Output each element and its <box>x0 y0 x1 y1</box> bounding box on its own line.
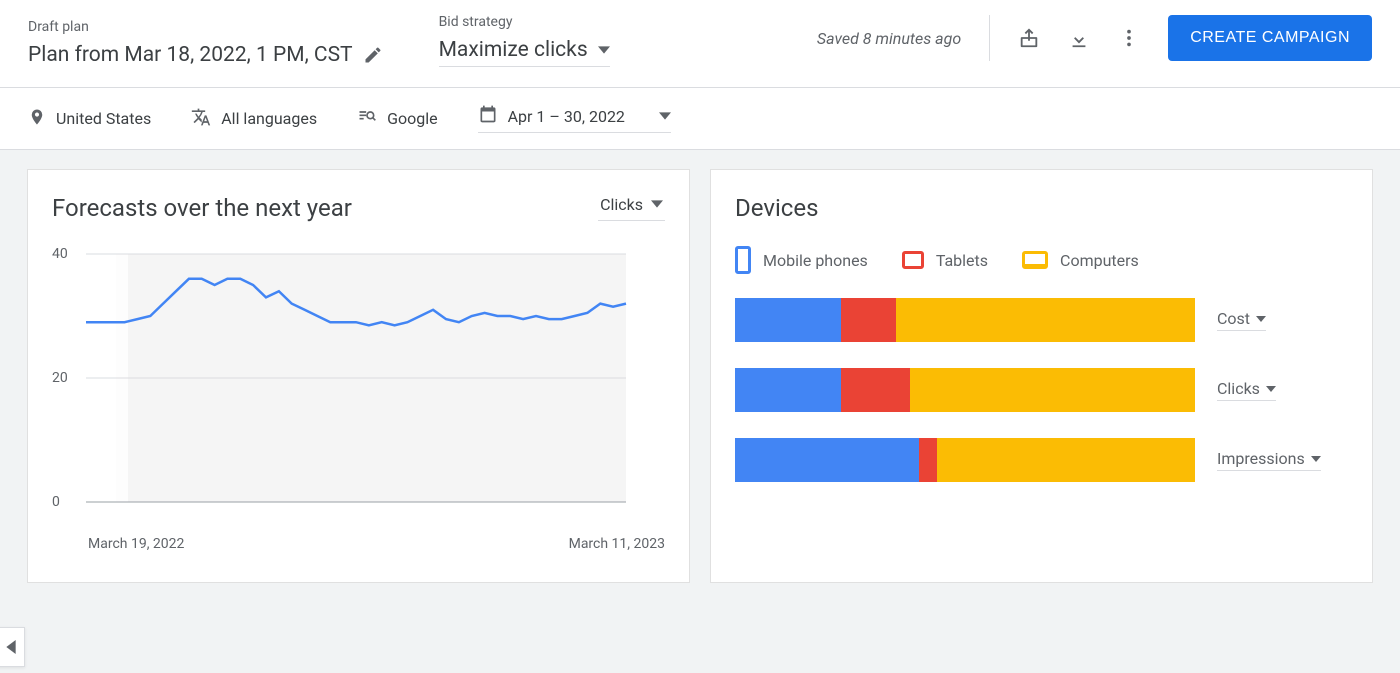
draft-plan-label: Draft plan <box>28 19 383 35</box>
calendar-icon <box>478 104 498 128</box>
forecast-chart: 40 20 0 March 19, 2022 March 11, 2023 <box>52 242 665 552</box>
plan-name: Plan from Mar 18, 2022, 1 PM, CST <box>28 43 353 67</box>
location-value: United States <box>56 109 151 128</box>
content: Forecasts over the next year Clicks 40 2… <box>0 150 1400 602</box>
seg-tablets <box>919 438 937 482</box>
x-tick-start: March 19, 2022 <box>88 536 184 552</box>
legend-tablets-label: Tablets <box>936 251 988 270</box>
seg-computers <box>896 298 1195 342</box>
create-campaign-button[interactable]: CREATE CAMPAIGN <box>1168 15 1372 61</box>
device-bar-clicks: Clicks <box>735 368 1348 412</box>
header-actions: Saved 8 minutes ago CREATE CAMPAIGN <box>817 15 1372 61</box>
bar-metric-select-impressions[interactable]: Impressions <box>1217 449 1321 471</box>
forecasts-title: Forecasts over the next year <box>52 194 352 222</box>
bar-metric-select-clicks[interactable]: Clicks <box>1217 379 1276 401</box>
chevron-down-icon <box>651 195 663 214</box>
tablet-icon <box>902 251 924 269</box>
legend-mobile: Mobile phones <box>735 246 868 274</box>
bar-metric-select-cost[interactable]: Cost <box>1217 309 1266 331</box>
computer-icon <box>1022 251 1048 269</box>
chevron-down-icon <box>1256 309 1266 328</box>
network-value: Google <box>387 109 438 128</box>
pencil-icon[interactable] <box>363 45 383 65</box>
forecast-metric-value: Clicks <box>600 195 643 214</box>
bid-strategy-select[interactable]: Maximize clicks <box>439 38 610 67</box>
header: Draft plan Plan from Mar 18, 2022, 1 PM,… <box>0 0 1400 88</box>
download-icon[interactable] <box>1068 27 1090 49</box>
date-range-value: Apr 1 – 30, 2022 <box>508 107 625 126</box>
chevron-down-icon <box>659 107 671 126</box>
languages-filter[interactable]: All languages <box>191 107 317 131</box>
x-tick-end: March 11, 2023 <box>569 536 665 552</box>
seg-mobile <box>735 298 841 342</box>
divider <box>989 15 990 61</box>
devices-card: Devices Mobile phones Tablets Computers <box>711 170 1372 582</box>
bid-field: Bid strategy Maximize clicks <box>439 14 610 67</box>
mobile-icon <box>735 246 751 274</box>
bar-label-impressions: Impressions <box>1217 449 1305 468</box>
devices-title: Devices <box>735 194 818 222</box>
location-filter[interactable]: United States <box>28 108 151 130</box>
stacked-bar <box>735 368 1195 412</box>
saved-status: Saved 8 minutes ago <box>817 29 961 48</box>
date-range-select[interactable]: Apr 1 – 30, 2022 <box>478 104 671 133</box>
bar-label-cost: Cost <box>1217 309 1250 328</box>
plan-field: Draft plan Plan from Mar 18, 2022, 1 PM,… <box>28 19 383 67</box>
chevron-down-icon <box>1266 379 1276 398</box>
device-bar-cost: Cost <box>735 298 1348 342</box>
filter-bar: United States All languages Google Apr 1… <box>0 88 1400 150</box>
forecast-metric-select[interactable]: Clicks <box>598 195 665 221</box>
forecast-line-chart <box>52 242 662 532</box>
seg-computers <box>910 368 1195 412</box>
seg-mobile <box>735 368 841 412</box>
bid-strategy-label: Bid strategy <box>439 14 610 30</box>
seg-mobile <box>735 438 919 482</box>
more-icon[interactable] <box>1118 27 1140 49</box>
seg-computers <box>937 438 1195 482</box>
forecasts-card: Forecasts over the next year Clicks 40 2… <box>28 170 689 582</box>
legend-computers-label: Computers <box>1060 251 1139 270</box>
seg-tablets <box>841 298 896 342</box>
collapse-panel-button[interactable] <box>0 627 25 667</box>
seg-tablets <box>841 368 910 412</box>
bar-label-clicks: Clicks <box>1217 379 1260 398</box>
languages-value: All languages <box>221 109 317 128</box>
chevron-left-icon <box>5 640 17 654</box>
chevron-down-icon <box>598 38 610 62</box>
device-bar-impressions: Impressions <box>735 438 1348 482</box>
share-icon[interactable] <box>1018 27 1040 49</box>
stacked-bar <box>735 298 1195 342</box>
location-icon <box>28 108 46 130</box>
legend-mobile-label: Mobile phones <box>763 251 868 270</box>
legend-tablets: Tablets <box>902 251 988 270</box>
bid-strategy-value: Maximize clicks <box>439 38 588 62</box>
search-network-icon <box>357 107 377 131</box>
network-filter[interactable]: Google <box>357 107 438 131</box>
chevron-down-icon <box>1311 449 1321 468</box>
translate-icon <box>191 107 211 131</box>
legend-computers: Computers <box>1022 251 1139 270</box>
stacked-bar <box>735 438 1195 482</box>
devices-legend: Mobile phones Tablets Computers <box>735 246 1348 274</box>
plan-name-row[interactable]: Plan from Mar 18, 2022, 1 PM, CST <box>28 43 383 67</box>
